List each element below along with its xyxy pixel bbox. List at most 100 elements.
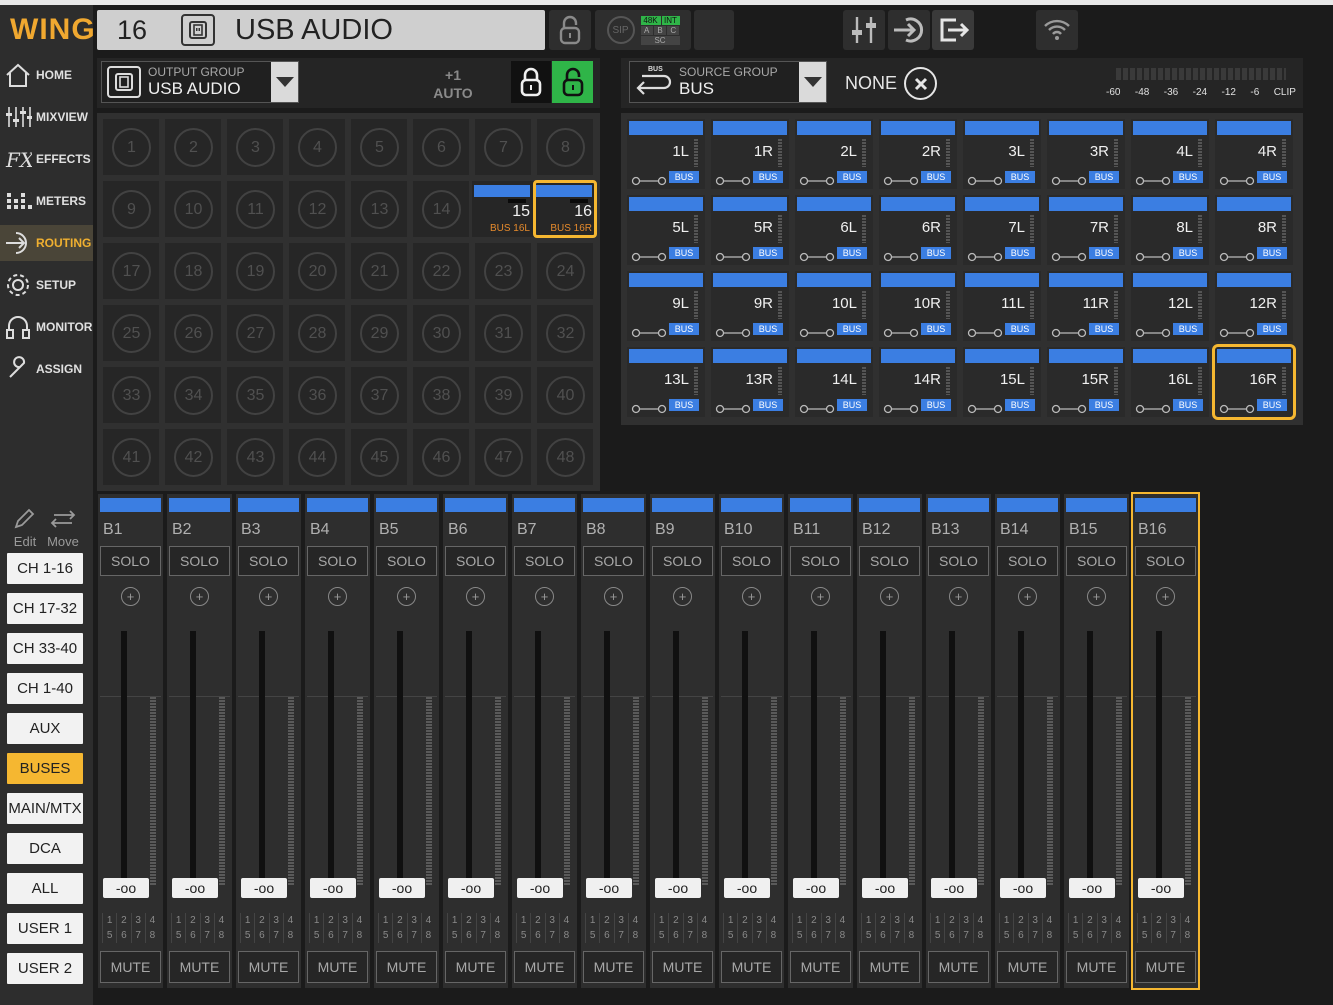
output-slot[interactable]: 26 [165, 305, 221, 361]
dca-number[interactable]: 3 [1027, 913, 1042, 928]
dca-number[interactable]: 5 [1068, 928, 1082, 943]
output-slot[interactable]: 17 [103, 243, 159, 299]
dca-number[interactable]: 7 [889, 928, 904, 943]
dca-number[interactable]: 6 [668, 928, 682, 943]
dca-number[interactable]: 4 [903, 913, 918, 928]
solo-button[interactable]: SOLO [100, 546, 161, 576]
dca-number[interactable]: 5 [585, 928, 599, 943]
dca-number[interactable]: 8 [1179, 928, 1194, 943]
dca-number[interactable]: 6 [1013, 928, 1027, 943]
dca-number[interactable]: 2 [254, 913, 268, 928]
source-slot[interactable]: 3R BUS [1047, 119, 1125, 189]
source-slot[interactable]: 5L BUS [627, 195, 705, 265]
output-slot[interactable]: 7 [475, 119, 531, 175]
dca-number[interactable]: 5 [309, 928, 323, 943]
source-slot[interactable]: 11R BUS [1047, 271, 1125, 341]
dca-number[interactable]: 6 [1082, 928, 1096, 943]
output-routing-button[interactable] [932, 10, 974, 50]
fader-value[interactable]: -oo [379, 878, 425, 898]
source-slot[interactable]: 1L BUS [627, 119, 705, 189]
dca-number[interactable]: 8 [351, 928, 366, 943]
dca-number[interactable]: 3 [268, 913, 283, 928]
output-slot[interactable]: 19 [227, 243, 283, 299]
source-slot[interactable]: 13L BUS [627, 347, 705, 417]
dca-number[interactable]: 1 [792, 913, 806, 928]
dca-number[interactable]: 1 [585, 913, 599, 928]
output-slot[interactable]: 40 [537, 367, 593, 423]
dca-number[interactable]: 2 [806, 913, 820, 928]
dca-number[interactable]: 5 [792, 928, 806, 943]
dca-number[interactable]: 2 [185, 913, 199, 928]
clear-source-button[interactable] [904, 67, 937, 100]
dca-number[interactable]: 4 [972, 913, 987, 928]
bus-strip[interactable]: B9 SOLO + -oo 1 2 3 4 5 6 7 8 MUTE [650, 494, 715, 988]
sidebar-item-monitor[interactable]: MONITOR [0, 309, 93, 345]
dca-number[interactable]: 8 [627, 928, 642, 943]
add-icon[interactable]: + [397, 587, 416, 606]
dca-number[interactable]: 8 [903, 928, 918, 943]
bus-strip[interactable]: B10 SOLO + -oo 1 2 3 4 5 6 7 8 MUTE [719, 494, 784, 988]
fader-track[interactable] [949, 631, 955, 886]
dca-number[interactable]: 8 [1041, 928, 1056, 943]
dca-number[interactable]: 3 [544, 913, 559, 928]
output-slot[interactable]: 25 [103, 305, 159, 361]
solo-button[interactable]: SOLO [859, 546, 920, 576]
solo-button[interactable]: SOLO [790, 546, 851, 576]
output-slot[interactable]: 36 [289, 367, 345, 423]
mute-button[interactable]: MUTE [169, 951, 230, 983]
solo-button[interactable]: SOLO [1066, 546, 1127, 576]
dca-number[interactable]: 2 [461, 913, 475, 928]
output-slot[interactable]: 39 [475, 367, 531, 423]
fader-track[interactable] [121, 631, 127, 886]
output-slot[interactable]: 18 [165, 243, 221, 299]
dca-number[interactable]: 1 [171, 913, 185, 928]
dca-number[interactable]: 5 [378, 928, 392, 943]
filter-button[interactable]: CH 1-16 [7, 553, 83, 584]
source-slot[interactable]: 8L BUS [1131, 195, 1209, 265]
source-slot[interactable]: 6R BUS [879, 195, 957, 265]
source-slot[interactable]: 12L BUS [1131, 271, 1209, 341]
sidebar-item-assign[interactable]: ASSIGN [0, 351, 93, 387]
fader-value[interactable]: -oo [1069, 878, 1115, 898]
add-icon[interactable]: + [1156, 587, 1175, 606]
add-icon[interactable]: + [673, 587, 692, 606]
fader-track[interactable] [811, 631, 817, 886]
dca-number[interactable]: 2 [875, 913, 889, 928]
add-icon[interactable]: + [466, 587, 485, 606]
output-slot[interactable]: 23 [475, 243, 531, 299]
fader-value[interactable]: -oo [1000, 878, 1046, 898]
dca-number[interactable]: 3 [958, 913, 973, 928]
bus-strip[interactable]: B6 SOLO + -oo 1 2 3 4 5 6 7 8 MUTE [443, 494, 508, 988]
dca-number[interactable]: 6 [530, 928, 544, 943]
mute-button[interactable]: MUTE [790, 951, 851, 983]
fader-track[interactable] [604, 631, 610, 886]
mute-button[interactable]: MUTE [583, 951, 644, 983]
dca-number[interactable]: 5 [447, 928, 461, 943]
dca-number[interactable]: 7 [1165, 928, 1180, 943]
fader-track[interactable] [397, 631, 403, 886]
mute-button[interactable]: MUTE [514, 951, 575, 983]
fader-value[interactable]: -oo [724, 878, 770, 898]
add-icon[interactable]: + [742, 587, 761, 606]
dca-number[interactable]: 7 [406, 928, 421, 943]
fader-track[interactable] [673, 631, 679, 886]
source-slot[interactable]: 9R BUS [711, 271, 789, 341]
output-slot[interactable]: 33 [103, 367, 159, 423]
dca-number[interactable]: 8 [489, 928, 504, 943]
dca-number[interactable]: 8 [420, 928, 435, 943]
bus-strip[interactable]: B3 SOLO + -oo 1 2 3 4 5 6 7 8 MUTE [236, 494, 301, 988]
source-group-select[interactable]: BUS SOURCE GROUP BUS [629, 61, 827, 103]
output-slot-assigned[interactable]: 15 BUS 16L [472, 181, 534, 237]
filter-button[interactable]: CH 33-40 [7, 633, 83, 664]
mute-button[interactable]: MUTE [1066, 951, 1127, 983]
source-slot[interactable]: 9L BUS [627, 271, 705, 341]
fader-value[interactable]: -oo [517, 878, 563, 898]
dca-number[interactable]: 4 [558, 913, 573, 928]
dca-number[interactable]: 4 [1041, 913, 1056, 928]
source-slot[interactable]: 4L BUS [1131, 119, 1209, 189]
dca-number[interactable]: 2 [737, 913, 751, 928]
solo-button[interactable]: SOLO [376, 546, 437, 576]
mute-button[interactable]: MUTE [1135, 951, 1196, 983]
mute-button[interactable]: MUTE [928, 951, 989, 983]
solo-button[interactable]: SOLO [1135, 546, 1196, 576]
